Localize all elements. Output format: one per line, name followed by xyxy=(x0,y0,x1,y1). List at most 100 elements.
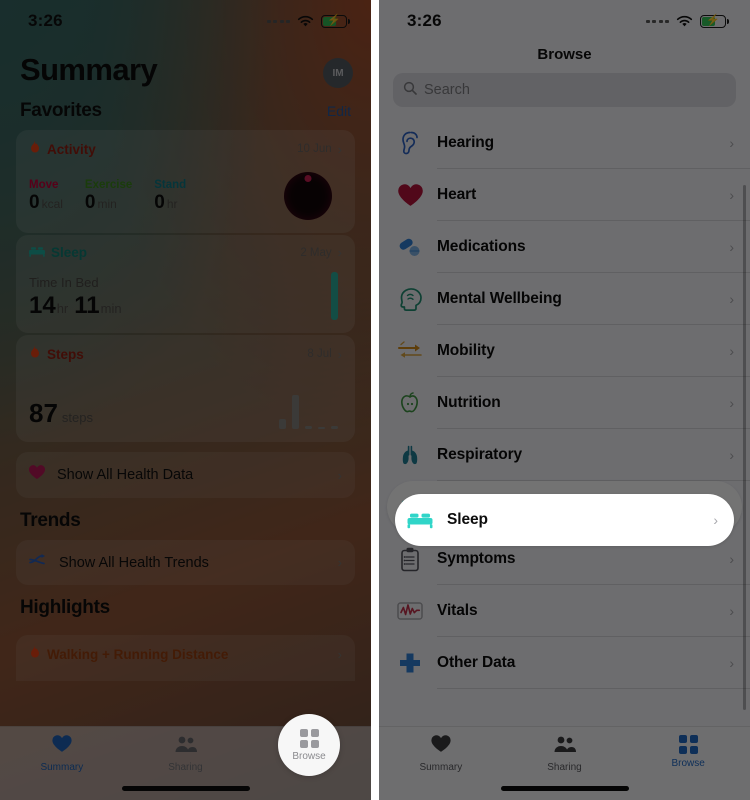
metric-exercise: Exercise 0 min xyxy=(85,179,132,214)
favorites-section-header: Favorites Edit xyxy=(16,88,355,130)
status-bar-icons: ⚡ xyxy=(645,14,729,28)
time-in-bed-value: 14hr 11min xyxy=(29,292,122,319)
right-phone-browse-screen: 3:26 ⚡ Browse Search Hearing › Heart › M… xyxy=(379,0,750,800)
chevron-right-icon: › xyxy=(729,551,734,567)
chevron-right-icon: › xyxy=(729,603,734,619)
browse-row-label: Heart xyxy=(437,186,477,203)
chevron-right-icon: › xyxy=(337,467,342,483)
activity-card-header: Activity 10 Jun › xyxy=(29,140,342,158)
tab-summary-label: Summary xyxy=(419,762,463,773)
wifi-icon xyxy=(676,15,693,28)
browse-row-mobility[interactable]: Mobility › xyxy=(379,325,750,377)
waveform-icon xyxy=(397,598,423,624)
panel-divider xyxy=(371,0,379,800)
summary-scroll-area[interactable]: Summary IM Favorites Edit Activity 10 Ju… xyxy=(0,42,371,681)
tab-summary[interactable]: Summary xyxy=(379,735,503,773)
flame-icon xyxy=(29,140,41,158)
sleep-card-title-group: Sleep xyxy=(29,245,87,260)
browse-fab-label: Browse xyxy=(292,750,326,762)
browse-row-mental-wellbeing[interactable]: Mental Wellbeing › xyxy=(379,273,750,325)
battery-charging-icon: ⚡ xyxy=(321,14,350,28)
browse-tab-highlight-button[interactable]: Browse xyxy=(278,714,340,776)
edit-favorites-button[interactable]: Edit xyxy=(327,103,351,119)
bed-icon xyxy=(29,245,45,260)
browse-row-nutrition[interactable]: Nutrition › xyxy=(379,377,750,429)
chevron-right-icon: › xyxy=(337,141,342,157)
summary-header: Summary IM xyxy=(16,42,355,88)
activity-card[interactable]: Activity 10 Jun › Move 0 kcal Exercise 0… xyxy=(16,130,355,233)
status-bar-left: 3:26 ⚡ xyxy=(0,0,371,42)
time-in-bed-label: Time In Bed xyxy=(29,275,99,290)
search-input[interactable]: Search xyxy=(424,82,470,98)
lungs-icon xyxy=(397,442,423,468)
chevron-right-icon: › xyxy=(713,512,718,528)
show-all-health-data-row[interactable]: Show All Health Data › xyxy=(16,452,355,498)
arrows-icon xyxy=(397,338,423,364)
status-bar-right: 3:26 ⚡ xyxy=(379,0,750,42)
signal-dots-icon xyxy=(266,19,290,23)
bed-icon xyxy=(407,507,433,533)
brain-head-icon xyxy=(397,286,423,312)
search-bar[interactable]: Search xyxy=(393,73,736,107)
tab-sharing-label: Sharing xyxy=(168,762,203,773)
metric-stand-value: 0 hr xyxy=(154,191,178,213)
signal-dots-icon xyxy=(645,19,669,23)
left-phone-summary-screen: 3:26 ⚡ Summary IM Favorites Edit Activit… xyxy=(0,0,371,800)
browse-row-label: Sleep xyxy=(447,511,488,528)
browse-row-label: Respiratory xyxy=(437,446,523,463)
highlight-walking-running-row[interactable]: Walking + Running Distance › xyxy=(16,635,355,681)
chevron-right-icon: › xyxy=(729,135,734,151)
browse-row-heart[interactable]: Heart › xyxy=(379,169,750,221)
metric-move-label: Move xyxy=(29,178,59,191)
tab-sharing[interactable]: Sharing xyxy=(503,735,627,773)
sleep-card-date-group: 2 May › xyxy=(300,246,342,259)
steps-card-title: Steps xyxy=(47,346,84,362)
browse-row-vitals[interactable]: Vitals › xyxy=(379,585,750,637)
browse-row-sleep-highlighted[interactable]: Sleep › xyxy=(395,494,734,546)
show-all-health-trends-row[interactable]: Show All Health Trends › xyxy=(16,540,355,585)
trends-heading: Trends xyxy=(20,510,81,531)
tab-summary-label: Summary xyxy=(40,762,84,773)
sleep-card[interactable]: Sleep 2 May › Time In Bed 14hr 11min xyxy=(16,235,355,333)
tab-summary[interactable]: Summary xyxy=(0,735,124,773)
steps-card[interactable]: Steps 8 Jul › 87 steps xyxy=(16,335,355,442)
steps-card-title-group: Steps xyxy=(29,345,84,363)
flame-icon xyxy=(29,345,41,363)
scrollbar[interactable] xyxy=(743,185,746,710)
metric-exercise-label: Exercise xyxy=(84,178,133,191)
battery-charging-icon: ⚡ xyxy=(700,14,729,28)
avatar[interactable]: IM xyxy=(323,58,353,88)
highlights-section-header: Highlights xyxy=(16,585,355,627)
steps-value-row: 87 steps xyxy=(29,385,342,429)
chevron-right-icon: › xyxy=(337,646,342,662)
status-bar-time: 3:26 xyxy=(28,11,63,30)
favorites-heading: Favorites xyxy=(20,100,102,121)
sleep-chart-bar xyxy=(331,272,338,320)
tab-sharing[interactable]: Sharing xyxy=(124,735,248,773)
browse-row-other-data[interactable]: Other Data › xyxy=(379,637,750,689)
browse-row-medications[interactable]: Medications › xyxy=(379,221,750,273)
browse-row-hearing[interactable]: Hearing › xyxy=(379,117,750,169)
heart-icon xyxy=(397,182,423,208)
sleep-card-date: 2 May xyxy=(300,246,332,259)
metric-stand: Stand 0 hr xyxy=(154,179,186,214)
trends-section-header: Trends xyxy=(16,498,355,540)
steps-card-date-group: 8 Jul › xyxy=(307,348,342,361)
tab-browse[interactable]: Browse xyxy=(626,735,750,769)
apple-icon xyxy=(397,390,423,416)
time-in-bed-row: Time In Bed 14hr 11min xyxy=(29,272,342,320)
browse-row-label: Medications xyxy=(437,238,526,255)
browse-row-label: Mental Wellbeing xyxy=(437,290,562,307)
row-separator xyxy=(437,688,750,689)
highlights-heading: Highlights xyxy=(20,597,110,618)
browse-page-title: Browse xyxy=(537,46,592,63)
activity-rings xyxy=(284,172,332,220)
highlight-title-group: Walking + Running Distance xyxy=(29,645,228,663)
browse-row-respiratory[interactable]: Respiratory › xyxy=(379,429,750,481)
activity-card-date-group: 10 Jun › xyxy=(297,143,342,156)
activity-card-title-group: Activity xyxy=(29,140,96,158)
status-bar-icons: ⚡ xyxy=(266,14,350,28)
search-icon xyxy=(403,81,417,100)
status-bar-time: 3:26 xyxy=(407,11,442,30)
metric-exercise-value: 0 min xyxy=(84,191,117,213)
